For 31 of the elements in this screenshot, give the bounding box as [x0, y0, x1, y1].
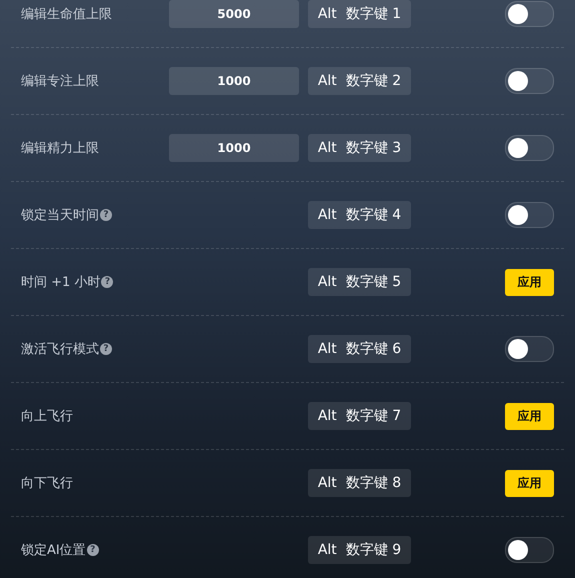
hotkey-badge: Alt 数字键 8: [308, 469, 411, 497]
toggle-switch[interactable]: [505, 537, 554, 563]
hotkey-badge: Alt 数字键 3: [308, 134, 411, 162]
option-label: 锁定当天时间: [21, 207, 99, 224]
option-label: 向下飞行: [21, 475, 73, 492]
apply-button[interactable]: 应用: [505, 402, 554, 430]
hotkey-badge: Alt 数字键 9: [308, 536, 411, 564]
option-label: 编辑精力上限: [21, 140, 99, 157]
apply-button[interactable]: 应用: [505, 268, 554, 296]
help-icon[interactable]: ?: [86, 544, 99, 556]
toggle-switch[interactable]: [505, 336, 554, 362]
toggle-switch[interactable]: [505, 202, 554, 228]
toggle-switch[interactable]: [505, 135, 554, 161]
help-icon[interactable]: ?: [100, 343, 112, 355]
option-label: 编辑专注上限: [21, 73, 99, 90]
hotkey-badge: Alt 数字键 6: [308, 335, 411, 363]
option-label: 锁定AI位置: [21, 542, 86, 559]
option-label: 编辑生命值上限: [21, 6, 112, 23]
hotkey-badge: Alt 数字键 5: [308, 268, 411, 296]
hotkey-badge: Alt 数字键 7: [308, 402, 411, 430]
option-label: 时间 +1 小时: [21, 274, 100, 291]
toggle-switch[interactable]: [505, 1, 554, 27]
toggle-switch[interactable]: [505, 68, 554, 94]
help-icon[interactable]: ?: [100, 209, 112, 221]
apply-button[interactable]: 应用: [505, 470, 554, 496]
hotkey-badge: Alt 数字键 4: [308, 201, 411, 229]
option-label: 向上飞行: [21, 408, 73, 425]
help-icon[interactable]: ?: [101, 276, 114, 288]
hotkey-badge: Alt 数字键 2: [308, 67, 411, 95]
hotkey-badge: Alt 数字键 1: [308, 0, 411, 28]
option-label: 激活飞行模式: [21, 341, 99, 358]
